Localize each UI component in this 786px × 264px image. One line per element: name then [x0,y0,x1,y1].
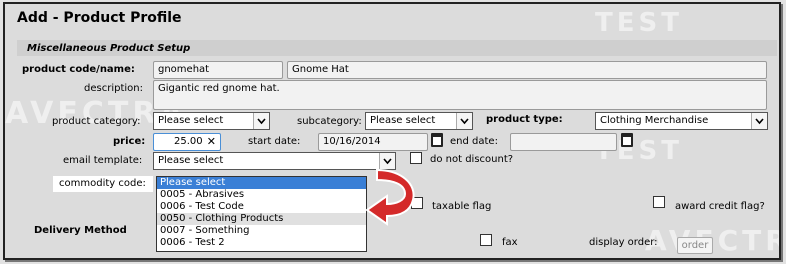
award-credit-checkbox[interactable] [653,196,665,208]
taxable-flag-label: taxable flag [432,201,492,212]
dropdown-option[interactable]: 0006 - Test Code [157,201,366,213]
chevron-down-icon [253,113,269,129]
product-profile-panel: AVECTRA TEST TEST AVECTRA Add - Product … [3,2,781,260]
product-category-value: Please select [158,115,224,126]
display-order-input[interactable]: order [677,237,713,254]
description-label: description: [84,83,143,94]
fax-checkbox[interactable] [480,234,492,246]
delivery-method-label: Delivery Method [34,225,127,236]
product-code-label: product code/name: [22,64,135,75]
start-date-input[interactable]: 10/16/2014 [318,133,428,151]
price-value: 25.00 [174,136,203,147]
end-date-label: end date: [450,136,498,147]
commodity-code-label: commodity code: [53,176,153,192]
product-category-select[interactable]: Please select [153,112,270,130]
dropdown-option[interactable]: 0005 - Abrasives [157,189,366,201]
chevron-down-icon [751,113,767,129]
do-not-discount-label: do not discount? [430,154,514,165]
price-label: price: [113,136,146,147]
start-date-label: start date: [248,136,301,147]
subcategory-label: subcategory: [297,116,362,127]
email-template-value: Please select [158,155,224,166]
dropdown-option[interactable]: 0007 - Something [157,225,366,237]
product-type-select[interactable]: Clothing Merchandise [595,112,768,130]
section-header: Miscellaneous Product Setup [17,40,777,56]
description-input[interactable]: Gigantic red gnome hat. [153,80,767,110]
fax-label: fax [502,237,518,248]
product-code-input[interactable]: gnomehat [153,61,283,79]
commodity-code-dropdown[interactable]: Please select 0005 - Abrasives 0006 - Te… [156,176,367,252]
watermark-logo: AVECTRA [645,224,779,257]
annotation-arrow-icon [365,168,415,226]
email-template-label: email template: [63,155,143,166]
product-type-value: Clothing Merchandise [600,115,709,126]
dropdown-option[interactable]: Please select [157,177,366,189]
watermark-test: TEST [595,8,683,38]
product-category-label: product category: [52,116,141,127]
product-type-label: product type: [486,114,563,125]
email-template-select[interactable]: Please select [153,152,396,170]
dropdown-option[interactable]: 0050 - Clothing Products [157,213,366,225]
subcategory-value: Please select [370,115,436,126]
clear-icon[interactable]: ✕ [207,135,216,148]
dropdown-option[interactable]: 0006 - Test 2 [157,237,366,249]
price-input[interactable]: 25.00 ✕ [153,133,221,151]
chevron-down-icon [456,113,472,129]
calendar-icon[interactable] [621,133,633,147]
page-title: Add - Product Profile [17,10,182,26]
calendar-icon[interactable] [431,133,443,147]
award-credit-label: award credit flag? [675,201,765,212]
do-not-discount-checkbox[interactable] [410,152,422,164]
product-name-input[interactable]: Gnome Hat [287,61,767,79]
end-date-input[interactable] [510,133,617,151]
display-order-label: display order: [589,237,658,248]
subcategory-select[interactable]: Please select [365,112,473,130]
